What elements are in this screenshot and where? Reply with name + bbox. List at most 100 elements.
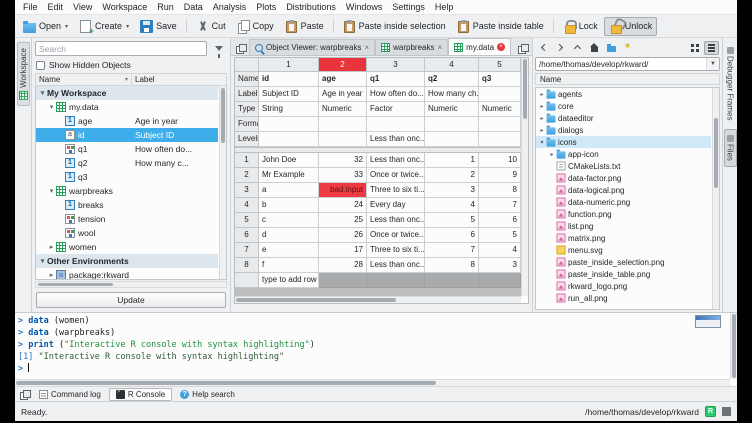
file-item-list-png[interactable]: list.png [536,220,711,232]
data-cell[interactable]: 28 [319,258,367,273]
file-item-function-png[interactable]: function.png [536,208,711,220]
new-folder-button[interactable] [604,41,619,55]
tab-my-data[interactable]: my.data× [448,38,511,55]
meta-cell[interactable]: age [319,72,367,87]
meta-cell[interactable] [367,117,425,132]
file-item-agents[interactable]: ▸agents [536,88,711,100]
file-item-data-numeric-png[interactable]: data-numeric.png [536,196,711,208]
close-icon[interactable]: × [437,44,442,52]
split-view-button[interactable] [514,41,531,55]
expand-icon[interactable]: ▸ [538,103,546,110]
meta-cell[interactable]: q3 [479,72,521,87]
tree-item-women[interactable]: ▸women [36,240,218,254]
row-header-4[interactable]: 4 [235,198,259,213]
meta-cell[interactable]: How many ch... [425,87,479,102]
console-vscrollbar[interactable] [730,313,737,379]
file-item-matrix-png[interactable]: matrix.png [536,232,711,244]
data-cell[interactable]: 6 [479,213,521,228]
copy-button[interactable]: Copy [232,17,279,36]
meta-cell[interactable]: id [259,72,319,87]
data-cell[interactable]: 3 [425,183,479,198]
meta-cell[interactable]: Numeric [479,102,521,117]
file-item-cmakelists-txt[interactable]: CMakeLists.txt [536,160,711,172]
file-item-paste-inside-selection-png[interactable]: paste_inside_selection.png [536,256,711,268]
scrollbar-handle[interactable] [38,283,113,286]
file-item-data-logical-png[interactable]: data-logical.png [536,184,711,196]
row-header-new[interactable] [235,273,259,288]
tree-item-id[interactable]: idSubject ID [36,128,218,142]
combo-dropdown-icon[interactable]: ▼ [706,58,719,70]
meta-cell[interactable] [259,132,319,147]
file-item-paste-inside-table-png[interactable]: paste_inside_table.png [536,268,711,280]
meta-cell[interactable]: q1 [367,72,425,87]
data-cell[interactable]: f [259,258,319,273]
lock-button[interactable]: Lock [558,17,603,36]
tree-item-q3[interactable]: q3 [36,170,218,184]
meta-cell[interactable]: Age in year [319,87,367,102]
tab-object-viewer-warpbreaks[interactable]: Object Viewer: warpbreaks× [249,39,375,55]
meta-cell[interactable] [479,87,521,102]
collapse-icon[interactable]: ▾ [38,257,47,265]
paste-inside-selection-button[interactable]: Paste inside selection [338,17,451,36]
data-cell[interactable]: b [259,198,319,213]
column-header-name[interactable]: Name▾ [36,74,132,85]
row-header-type[interactable]: Type [235,102,259,117]
file-item-core[interactable]: ▸core [536,100,711,112]
tree-item-my-data[interactable]: ▾my.data [36,100,218,114]
data-cell[interactable]: Three to six ti... [367,183,425,198]
data-cell[interactable]: 6 [425,228,479,243]
tree-item-q1[interactable]: q1How often do... [36,142,218,156]
data-cell[interactable]: e [259,243,319,258]
menu-item-view[interactable]: View [68,0,97,15]
row-header-5[interactable]: 5 [235,213,259,228]
menu-item-help[interactable]: Help [430,0,459,15]
data-cell[interactable]: Less than onc... [367,153,425,168]
expand-icon[interactable]: ▸ [538,127,546,134]
data-cell[interactable]: 8 [479,183,521,198]
row-header-name[interactable]: Name [235,72,259,87]
file-item-rkward-logo-png[interactable]: rkward_logo.png [536,280,711,292]
show-hidden-checkbox[interactable] [36,61,45,70]
data-cell[interactable]: 7 [479,198,521,213]
update-button[interactable]: Update [36,292,226,308]
bottom-tab-command-log[interactable]: Command log [32,388,108,401]
data-cell[interactable]: 4 [479,243,521,258]
filter-button[interactable] [210,41,227,56]
data-cell[interactable]: Three to six ti... [367,243,425,258]
row-header-2[interactable]: 2 [235,168,259,183]
scrollbar-handle[interactable] [236,298,396,302]
meta-cell[interactable]: Numeric [425,102,479,117]
menu-item-run[interactable]: Run [152,0,179,15]
scrollbar-handle[interactable] [714,118,718,188]
files-column-header[interactable]: Name [535,73,720,85]
workspace-vertical-tab[interactable]: Workspace [17,42,30,106]
column-header-label[interactable]: Label [132,74,226,85]
file-item-menu-svg[interactable]: menu.svg [536,244,711,256]
collapse-icon[interactable]: ▾ [38,89,47,97]
row-header-label[interactable]: Label [235,87,259,102]
grid-hscrollbar[interactable] [235,296,521,303]
expand-icon[interactable]: ▸ [47,243,56,251]
scrollbar-handle[interactable] [523,59,527,119]
back-button[interactable] [536,41,551,55]
data-cell[interactable]: Mr Example [259,168,319,183]
close-icon[interactable]: × [364,44,369,52]
tree-item-wool[interactable]: wool [36,226,218,240]
menu-item-file[interactable]: File [18,0,43,15]
data-cell[interactable]: a [259,183,319,198]
expand-icon[interactable]: ▸ [538,91,546,98]
tree-item-tension[interactable]: tension [36,212,218,226]
meta-cell[interactable]: Numeric [319,102,367,117]
row-header-7[interactable]: 7 [235,243,259,258]
data-cell[interactable]: Once or twice... [367,228,425,243]
meta-cell[interactable]: Less than onc... [367,132,425,147]
data-cell[interactable]: Less than onc... [367,258,425,273]
meta-cell[interactable]: Subject ID [259,87,319,102]
scrollbar-handle[interactable] [16,381,436,385]
console-hscrollbar[interactable] [15,379,730,386]
unlock-button[interactable]: Unlock [604,17,658,36]
data-cell[interactable]: d [259,228,319,243]
column-header-5[interactable]: 5 [479,58,521,72]
grid-vscrollbar[interactable] [521,58,528,296]
meta-cell[interactable]: How often do... [367,87,425,102]
